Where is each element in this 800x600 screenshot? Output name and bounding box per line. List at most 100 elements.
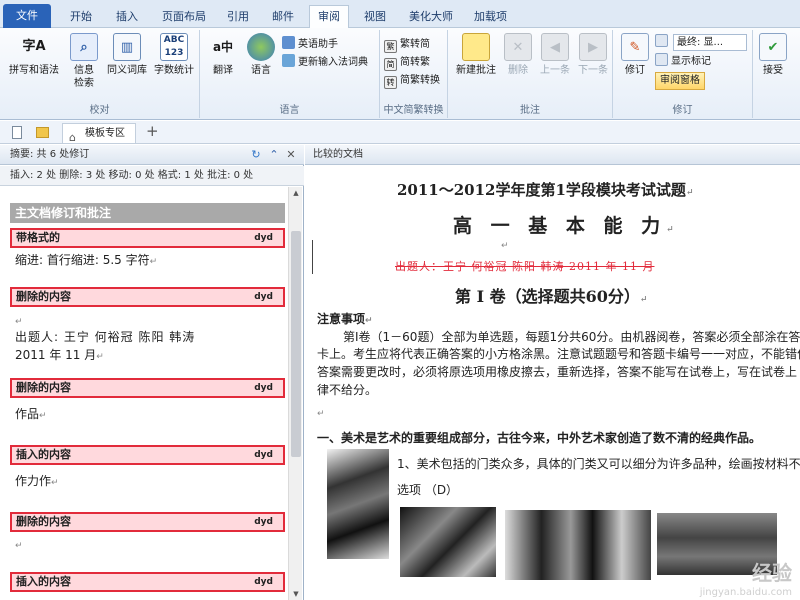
delete-comment-icon: ✕	[504, 33, 532, 61]
new-comment-button[interactable]: 新建批注	[452, 33, 500, 77]
final-markup-icon-wrap	[655, 34, 671, 51]
english-assistant-button[interactable]: 英语助手	[282, 36, 338, 53]
group-comments-label: 批注	[520, 105, 540, 116]
tab-template-zone[interactable]: ⌂ 模板专区	[62, 123, 136, 144]
notice-line[interactable]: 律不给分。	[317, 381, 800, 400]
globe-icon	[247, 33, 275, 61]
thesaurus-button[interactable]: ▥ 同义词库	[104, 33, 150, 77]
main-document-revisions-title: 主文档修订和批注	[10, 203, 285, 223]
show-markup-button[interactable]: 显示标记	[655, 53, 711, 70]
next-comment-button[interactable]: ▶ 下一条	[574, 33, 612, 77]
notice-line[interactable]: 答案需要更改时，必须将原选项用橡皮擦去，重新选择，答案不能写在试卷上，写在试卷上	[317, 363, 800, 382]
pane-scrollbar[interactable]: ▲ ▼	[288, 187, 302, 600]
accept-button[interactable]: ✔ 接受	[755, 33, 791, 77]
group-comments: 新建批注 ✕ 删除 ◀ 上一条 ▶ 下一条 批注	[448, 30, 613, 118]
trad-to-simp-button[interactable]: 繁繁转简	[384, 36, 430, 53]
show-markup-icon	[655, 53, 668, 66]
group-tracking-label: 修订	[672, 105, 693, 116]
scroll-up-arrow[interactable]: ▲	[289, 187, 303, 199]
revision-header-deleted[interactable]: 删除的内容 dyd	[10, 512, 285, 532]
tab-addins[interactable]: 加载项	[466, 6, 515, 28]
close-icon[interactable]: ✕	[285, 148, 297, 162]
deleted-author-line[interactable]: 出题人：王宁 何裕冠 陈阳 韩涛 2011 年 11 月	[395, 258, 654, 274]
revision-header-inserted[interactable]: 插入的内容 dyd	[10, 445, 285, 465]
open-folder-icon[interactable]	[36, 127, 49, 138]
tab-insert[interactable]: 插入	[108, 6, 146, 28]
revision-text[interactable]: 作力作↵	[15, 472, 285, 492]
delete-comment-button[interactable]: ✕ 删除	[500, 33, 536, 77]
revision-text[interactable]: 2011 年 11 月↵	[15, 346, 285, 366]
tab-view[interactable]: 视图	[356, 6, 394, 28]
change-bar	[312, 240, 313, 274]
scroll-thumb[interactable]	[291, 231, 301, 457]
refresh-icon[interactable]: ↻	[250, 148, 262, 162]
group-chinese-conversion: 繁繁转简 简简转繁 转简繁转换 中文简繁转换	[380, 30, 448, 118]
update-ime-button[interactable]: 更新输入法词典	[282, 54, 368, 71]
word-count-button[interactable]: ABC 123 字数统计	[150, 33, 198, 77]
group-language: a中 翻译 语言 英语助手 更新输入法词典 语言	[200, 30, 380, 118]
revision-text[interactable]: 缩进: 首行缩进: 5.5 字符↵	[15, 251, 285, 271]
chinese-convert-icon: 转	[384, 76, 397, 89]
group-chinese-label: 中文简繁转换	[383, 105, 444, 116]
artwork-image	[327, 449, 389, 559]
new-comment-icon	[462, 33, 490, 61]
revision-header-inserted[interactable]: 插入的内容 dyd	[10, 572, 285, 592]
spelling-icon: 字A	[22, 39, 46, 54]
tab-file[interactable]: 文件	[3, 4, 51, 28]
translate-icon: a中	[212, 40, 234, 54]
simp-to-trad-icon: 简	[384, 58, 397, 71]
collapse-icon[interactable]: ⌃	[268, 148, 280, 162]
add-tab-button[interactable]: +	[146, 122, 159, 140]
track-changes-icon: ✎	[621, 33, 649, 61]
paragraph-mark: ↵	[501, 241, 509, 251]
translate-button[interactable]: a中 翻译	[204, 33, 242, 77]
tab-page-layout[interactable]: 页面布局	[154, 6, 214, 28]
research-button[interactable]: ⌕ 信息 检索	[64, 33, 104, 90]
revision-header-deleted[interactable]: 删除的内容 dyd	[10, 287, 285, 307]
display-for-review-dropdown[interactable]: 最终: 显...	[673, 34, 747, 51]
tab-mailings[interactable]: 邮件	[264, 6, 302, 28]
simp-to-trad-button[interactable]: 简简转繁	[384, 54, 430, 71]
revision-header-formatted[interactable]: 带格式的 dyd	[10, 228, 285, 248]
revision-text[interactable]: 出题人: 王宁 何裕冠 陈阳 韩涛	[15, 328, 285, 346]
scroll-down-arrow[interactable]: ▼	[289, 588, 303, 600]
notice-line[interactable]: 卡上。考生应将代表正确答案的小方格涂黑。注意试题题号和答题卡编号一一对应，不能错…	[317, 345, 800, 364]
previous-comment-button[interactable]: ◀ 上一条	[536, 33, 574, 77]
ribbon-tab-bar: 文件 开始 插入 页面布局 引用 邮件 审阅 视图 美化大师 加载项	[0, 0, 800, 29]
compared-document: 比较的文档 2011～2012学年度第1学段模块考试试题↵ 高 一 基 本 能 …	[305, 145, 800, 600]
revision-text[interactable]: 作品↵	[15, 405, 285, 425]
reviewing-pane-button[interactable]: 审阅窗格	[655, 72, 705, 90]
tab-review[interactable]: 审阅	[309, 5, 349, 29]
word-count-icon: ABC 123	[160, 33, 188, 61]
new-document-icon[interactable]	[12, 126, 22, 139]
compared-document-header: 比较的文档	[305, 145, 800, 165]
tab-home[interactable]: 开始	[62, 6, 100, 28]
revision-header-deleted[interactable]: 删除的内容 dyd	[10, 378, 285, 398]
chinese-convert-button[interactable]: 转简繁转换	[384, 72, 440, 89]
question-1-option[interactable]: 选项 （D）	[397, 481, 697, 500]
display-for-review-icon	[655, 34, 668, 47]
section-heading[interactable]: 第 Ⅰ 卷（选择题共60分）↵	[455, 283, 647, 307]
question-1[interactable]: 1、美术包括的门类众多，具体的门类又可以细分为许多品种，绘画按材料不	[397, 455, 800, 474]
thesaurus-icon: ▥	[113, 33, 141, 61]
track-changes-button[interactable]: ✎ 修订	[617, 33, 653, 77]
update-ime-icon	[282, 54, 295, 67]
paragraph-mark: ↵	[317, 409, 325, 419]
group-tracking: ✎ 修订 最终: 显... 显示标记 审阅窗格 修订	[613, 30, 753, 118]
reviewing-pane: 摘要: 共 6 处修订 ↻ ⌃ ✕ 插入: 2 处 删除: 3 处 移动: 0 …	[0, 145, 304, 600]
language-button[interactable]: 语言	[242, 33, 280, 77]
group-changes: ✔ 接受	[753, 30, 800, 118]
group-proofing: 字A 拼写和语法 ⌕ 信息 检索 ▥ 同义词库 ABC 123 字数统计 校对	[0, 30, 200, 118]
english-assistant-icon	[282, 36, 295, 49]
spelling-grammar-button[interactable]: 字A 拼写和语法	[6, 33, 62, 77]
ribbon: 字A 拼写和语法 ⌕ 信息 检索 ▥ 同义词库 ABC 123 字数统计 校对 a…	[0, 28, 800, 120]
watermark-logo: 经验	[752, 561, 792, 585]
trad-to-simp-icon: 繁	[384, 40, 397, 53]
doc-subtitle[interactable]: 高 一 基 本 能 力↵	[453, 211, 680, 238]
tab-references[interactable]: 引用	[219, 6, 257, 28]
doc-title[interactable]: 2011～2012学年度第1学段模块考试试题↵	[397, 179, 693, 200]
research-icon: ⌕	[70, 33, 98, 61]
tab-beautify[interactable]: 美化大师	[401, 6, 461, 28]
group-language-label: 语言	[279, 105, 300, 116]
question-heading[interactable]: 一、美术是艺术的重要组成部分，古往今来，中外艺术家创造了数不清的经典作品。	[317, 429, 800, 448]
